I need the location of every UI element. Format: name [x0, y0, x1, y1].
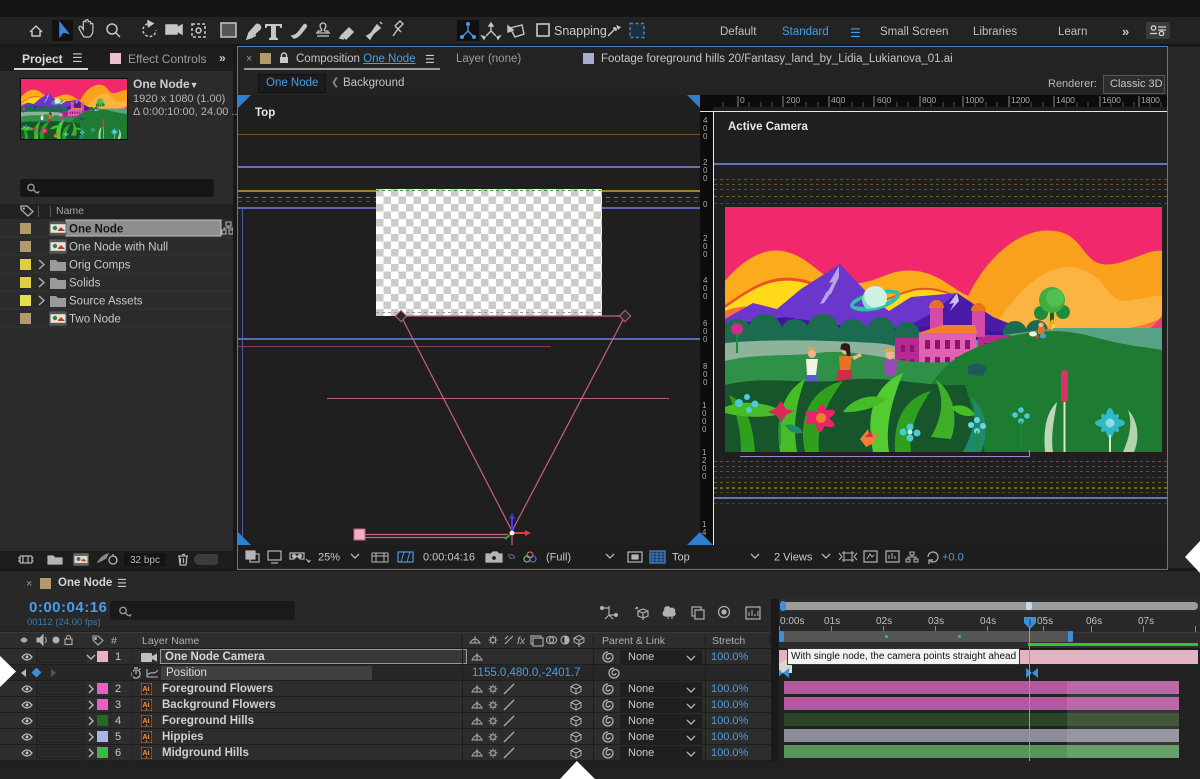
svg-text:0: 0 — [703, 250, 708, 259]
svg-text:Layer Name: Layer Name — [142, 635, 199, 647]
svg-text:#: # — [111, 635, 117, 647]
svg-text:0: 0 — [703, 132, 708, 141]
svg-text:(Full): (Full) — [546, 552, 571, 564]
svg-text:0:00:04:16: 0:00:04:16 — [423, 552, 475, 564]
svg-text:25%: 25% — [318, 552, 340, 564]
svg-text:One Node: One Node — [69, 224, 123, 236]
svg-text:0: 0 — [703, 335, 708, 344]
svg-text:0:00s: 0:00s — [780, 616, 804, 627]
svg-text:0: 0 — [703, 378, 708, 387]
svg-text:Top: Top — [672, 552, 690, 564]
svg-text:400: 400 — [831, 95, 845, 105]
svg-text:0: 0 — [703, 292, 708, 301]
svg-text:0: 0 — [702, 425, 707, 434]
svg-text:Orig Comps: Orig Comps — [69, 260, 131, 272]
svg-text:03s: 03s — [928, 616, 944, 627]
svg-text:07s: 07s — [1138, 616, 1154, 627]
svg-text:600: 600 — [877, 95, 891, 105]
svg-text:04s: 04s — [980, 616, 996, 627]
svg-text:Ai: Ai — [143, 718, 150, 725]
svg-text:Two Node: Two Node — [69, 314, 121, 326]
svg-text:Ai: Ai — [143, 750, 150, 757]
svg-text:05s: 05s — [1037, 616, 1053, 627]
svg-text:Source Assets: Source Assets — [69, 296, 143, 308]
svg-text:200: 200 — [786, 95, 800, 105]
svg-text:06s: 06s — [1086, 616, 1102, 627]
svg-text:Ai: Ai — [143, 686, 150, 693]
svg-text:One Node with Null: One Node with Null — [69, 242, 168, 254]
svg-text:Ai: Ai — [143, 734, 150, 741]
svg-text:01s: 01s — [824, 616, 840, 627]
svg-text:+0.0: +0.0 — [942, 552, 964, 564]
svg-text:0: 0 — [703, 200, 708, 209]
svg-text:0: 0 — [702, 472, 707, 481]
svg-text:800: 800 — [922, 95, 936, 105]
svg-text:Parent & Link: Parent & Link — [602, 635, 666, 647]
svg-text:Stretch: Stretch — [712, 635, 745, 647]
svg-text:2 Views: 2 Views — [774, 552, 813, 564]
svg-text:02s: 02s — [876, 616, 892, 627]
svg-text:0: 0 — [703, 174, 708, 183]
svg-text:Solids: Solids — [69, 278, 101, 290]
svg-text:1200: 1200 — [1011, 95, 1030, 105]
svg-text:1800: 1800 — [1141, 95, 1160, 105]
svg-text:32 bpc: 32 bpc — [130, 555, 160, 566]
svg-text:Snapping: Snapping — [554, 24, 607, 38]
svg-text:fx: fx — [517, 635, 526, 647]
svg-text:1600: 1600 — [1102, 95, 1121, 105]
svg-text:0: 0 — [740, 95, 745, 105]
svg-text:Ai: Ai — [143, 702, 150, 709]
